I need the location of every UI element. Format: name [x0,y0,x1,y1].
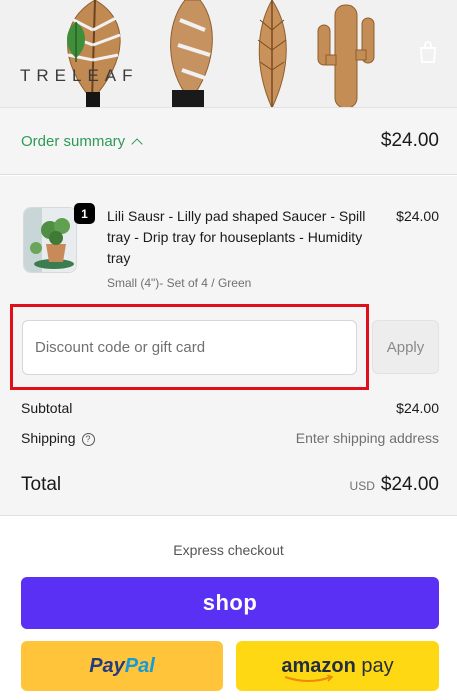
paypal-button[interactable]: PayPal [21,641,223,691]
subtotal-row: Subtotal $24.00 [21,398,439,418]
subtotal-value: $24.00 [396,400,439,416]
amazon-smile-icon [285,674,334,682]
express-checkout-title: Express checkout [173,542,284,558]
line-item: 1 Lili Sausr - Lilly pad shaped Saucer -… [21,202,439,274]
product-title: Lili Sausr - Lilly pad shaped Saucer - S… [107,208,366,266]
amazon-label: amazon [281,654,356,677]
product-variant: Small (4")- Set of 4 / Green [107,276,252,290]
paypal-label-pal: Pal [124,654,155,677]
order-summary-label: Order summary [21,132,126,150]
shopping-bag-icon[interactable] [417,40,439,64]
order-summary-bar: Order summary $24.00 [0,108,457,175]
shipping-value: Enter shipping address [295,430,439,446]
header-banner: TRELEAF [0,0,457,108]
total-label: Total [21,474,62,495]
amazon-pay-button[interactable]: amazon pay [236,641,439,691]
shop-pay-button[interactable]: shop [21,577,439,629]
order-summary-total: $24.00 [380,130,439,151]
total-row: Total USD $24.00 [21,472,439,498]
order-summary-toggle[interactable]: Order summary [21,132,143,150]
currency-code: USD [349,479,375,493]
logo-leaf-icon [67,22,85,62]
store-logo[interactable]: TRELEAF [20,66,139,86]
paypal-label-pay: Pay [89,654,125,677]
question-circle-icon[interactable]: ? [81,432,95,446]
subtotal-label: Subtotal [21,400,73,416]
amazon-pay-label: pay [361,654,394,677]
quantity-badge: 1 [74,203,95,224]
discount-code-input[interactable] [22,320,357,375]
total-amount: $24.00 [380,474,439,495]
product-price: $24.00 [396,208,439,224]
product-thumbnail [23,207,77,273]
chevron-up-icon [131,137,143,150]
amazon-logo: amazon [281,654,356,682]
shipping-label: Shipping [21,430,76,446]
apply-discount-button[interactable]: Apply [372,320,439,374]
shipping-row: Shipping? Enter shipping address [21,428,439,448]
